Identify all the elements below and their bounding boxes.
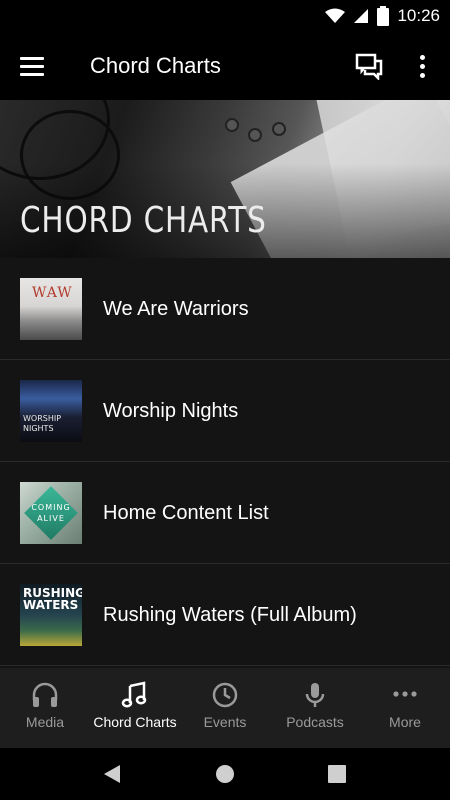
- cell-signal-icon: [354, 9, 369, 23]
- nav-more[interactable]: More: [360, 668, 450, 748]
- clock-time: 10:26: [397, 6, 440, 25]
- list-item-label: Home Content List: [103, 502, 269, 524]
- list-item-label: Rushing Waters (Full Album): [103, 604, 357, 626]
- bottom-navigation: Media Chord Charts Events Podcasts More: [0, 668, 450, 748]
- more-horiz-icon: [393, 691, 417, 697]
- chat-bubbles-icon[interactable]: [354, 52, 384, 80]
- nav-label: Media: [25, 714, 65, 730]
- nav-events[interactable]: Events: [180, 668, 270, 748]
- nav-label: Events: [203, 714, 247, 730]
- hamburger-menu-icon[interactable]: [20, 52, 50, 80]
- back-triangle-icon[interactable]: [98, 760, 126, 788]
- hero-banner: CHORD CHARTS: [0, 100, 450, 258]
- list-item-label: We Are Warriors: [103, 298, 249, 320]
- nav-label: Chord Charts: [93, 714, 177, 730]
- app-bar: Chord Charts: [0, 32, 450, 100]
- clock-icon: [212, 682, 238, 708]
- battery-icon: [377, 6, 390, 26]
- page-title: Chord Charts: [90, 53, 221, 78]
- system-navigation-bar: [0, 748, 450, 800]
- list-item[interactable]: WAW We Are Warriors: [0, 258, 450, 360]
- list-item[interactable]: RUSHING WATERS Rushing Waters (Full Album…: [0, 564, 450, 666]
- nav-label: More: [389, 714, 421, 730]
- nav-label: Podcasts: [286, 714, 344, 730]
- status-bar: 10:26: [0, 0, 450, 32]
- hero-title: CHORD CHARTS: [20, 200, 267, 241]
- more-vert-icon[interactable]: [410, 50, 434, 82]
- chart-list: WAW We Are Warriors WORSHIP NIGHTS Worshi…: [0, 258, 450, 666]
- album-thumbnail: RUSHING WATERS: [20, 584, 82, 646]
- album-thumbnail: COMING ALIVE: [20, 482, 82, 544]
- nav-podcasts[interactable]: Podcasts: [270, 668, 360, 748]
- nav-chord-charts[interactable]: Chord Charts: [90, 668, 180, 748]
- album-thumbnail: WORSHIP NIGHTS: [20, 380, 82, 442]
- list-item-label: Worship Nights: [103, 400, 239, 422]
- album-thumbnail: WAW: [20, 278, 82, 340]
- nav-media[interactable]: Media: [0, 668, 90, 748]
- list-item[interactable]: COMING ALIVE Home Content List: [0, 462, 450, 564]
- home-circle-icon[interactable]: [211, 760, 239, 788]
- list-item[interactable]: WORSHIP NIGHTS Worship Nights: [0, 360, 450, 462]
- wifi-icon: [325, 8, 346, 23]
- microphone-icon: [305, 683, 325, 707]
- music-note-icon: [121, 681, 147, 708]
- headphones-icon: [32, 682, 58, 707]
- recents-square-icon[interactable]: [323, 760, 351, 788]
